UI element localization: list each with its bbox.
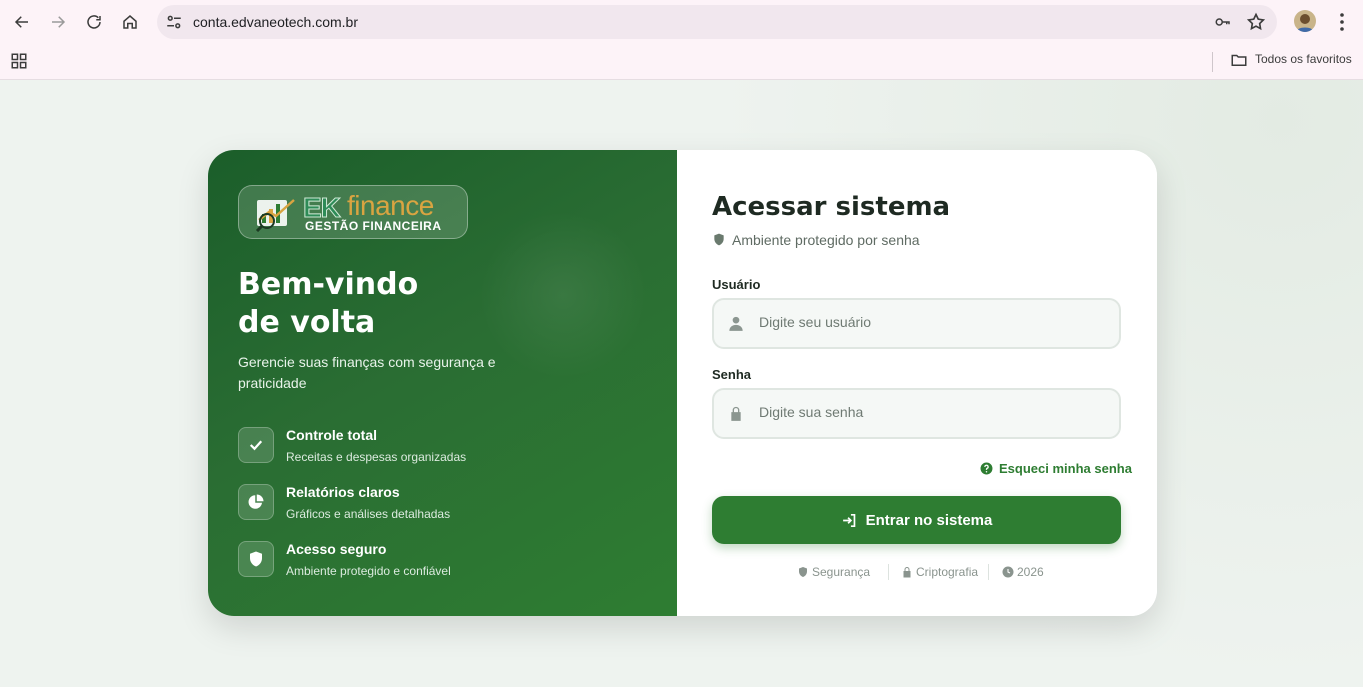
feature-description: Ambiente protegido e confiável [286,564,451,578]
footer-encryption: Criptografia [901,564,978,580]
url-text[interactable]: conta.edvaneotech.com.br [193,14,358,30]
forgot-password-text[interactable]: Esqueci minha senha [999,461,1132,476]
logo-finance-text: finance [347,190,434,221]
reload-icon [87,15,101,29]
home-button[interactable] [116,8,144,36]
footer-encryption-text: Criptografia [916,565,979,579]
submit-label[interactable]: Entrar no sistema [866,512,993,529]
password-input[interactable] [759,404,1099,420]
page-background: EK finance GESTÃO FINANCEIRA Bem-vindo d… [0,80,1363,687]
feature-description: Gráficos e análises detalhadas [286,507,451,521]
welcome-line-2: de volta [238,305,376,340]
key-icon[interactable] [1213,13,1233,31]
folder-icon[interactable] [1230,51,1248,69]
username-field[interactable] [712,298,1121,349]
feature-title: Acesso seguro [286,541,387,557]
forgot-password-link[interactable]: Esqueci minha senha [980,459,1132,477]
feature-icon-box [238,484,274,520]
user-icon [729,316,743,331]
back-button[interactable] [8,8,36,36]
feature-item-control: Controle total Receitas e despesas organ… [238,427,658,465]
brand-logo: EK finance GESTÃO FINANCEIRA [238,185,468,239]
footer-security: Segurança [797,564,870,580]
lock-icon [731,406,741,421]
arrow-right-icon [52,16,66,28]
feature-icon-box [238,427,274,463]
feature-icon-box [238,541,274,577]
password-field[interactable] [712,388,1121,439]
profile-avatar[interactable] [1294,10,1316,32]
login-subtitle: Ambiente protegido por senha [732,232,920,248]
pie-chart-icon [248,494,264,509]
shield-icon [714,233,724,246]
username-label: Usuário [712,277,761,292]
check-icon [249,440,263,451]
shield-half-icon [799,567,807,577]
username-input[interactable] [759,314,1099,330]
browser-toolbar: conta.edvaneotech.com.br [0,0,1363,44]
site-settings-icon[interactable] [165,13,183,31]
welcome-line-1: Bem-vindo [238,267,419,302]
home-icon [123,15,137,29]
footer-divider [888,564,889,580]
feature-item-reports: Relatórios claros Gráficos e análises de… [238,484,658,522]
reload-button[interactable] [80,8,108,36]
password-label: Senha [712,367,752,382]
feature-description: Receitas e despesas organizadas [286,450,467,464]
finance-chart-logo-icon [255,199,295,232]
footer-year-text: 2026 [1017,565,1044,579]
apps-grid-icon[interactable] [10,52,28,70]
login-card: EK finance GESTÃO FINANCEIRA Bem-vindo d… [208,150,1157,616]
feature-title: Relatórios claros [286,484,400,500]
kebab-menu-icon[interactable] [1330,10,1354,34]
welcome-panel: EK finance GESTÃO FINANCEIRA Bem-vindo d… [208,150,677,616]
login-form-panel: Acessar sistema Ambiente protegido por s… [677,150,1157,616]
footer-security-text: Segurança [812,565,871,579]
star-icon[interactable] [1246,12,1266,32]
clock-icon [1002,566,1014,578]
sign-in-icon [842,513,855,527]
welcome-heading: Bem-vindo de volta [238,266,418,342]
footer-divider [988,564,989,580]
shield-icon [250,551,262,567]
login-submit-button[interactable]: Entrar no sistema [712,496,1121,544]
lock-icon [903,567,911,578]
welcome-tagline: Gerencie suas finanças com segurança e p… [238,354,496,391]
all-bookmarks-link[interactable]: Todos os favoritos [1255,52,1352,66]
forward-button[interactable] [44,8,72,36]
logo-subtitle: GESTÃO FINANCEIRA [305,219,442,233]
avatar-icon [1296,14,1314,32]
question-circle-icon [980,462,993,474]
arrow-left-icon [14,16,28,28]
footer-year: 2026 [1002,564,1044,580]
login-title: Acessar sistema [712,192,951,222]
address-bar[interactable]: conta.edvaneotech.com.br [157,5,1277,39]
bookmarks-divider [1212,52,1213,72]
bookmarks-bar: Todos os favoritos [0,44,1363,80]
feature-item-security: Acesso seguro Ambiente protegido e confi… [238,541,658,579]
feature-title: Controle total [286,427,377,443]
